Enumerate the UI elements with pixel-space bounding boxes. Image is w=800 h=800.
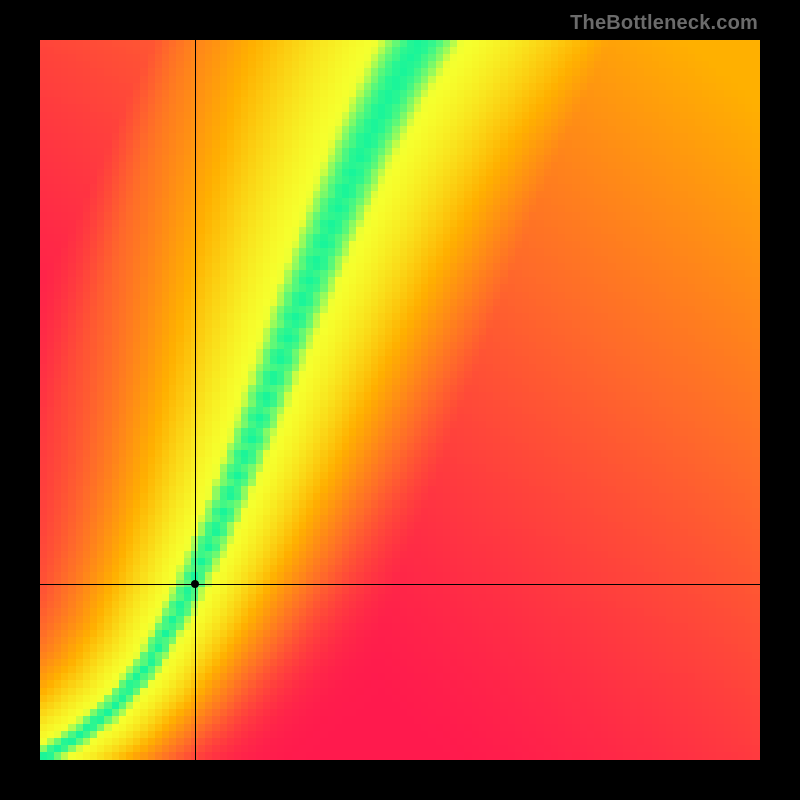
marker-point <box>191 580 199 588</box>
watermark-text: TheBottleneck.com <box>570 12 758 35</box>
heatmap-canvas <box>40 40 760 760</box>
chart-stage: TheBottleneck.com <box>0 0 800 800</box>
crosshair-vertical <box>195 40 196 760</box>
crosshair-horizontal <box>40 584 760 585</box>
